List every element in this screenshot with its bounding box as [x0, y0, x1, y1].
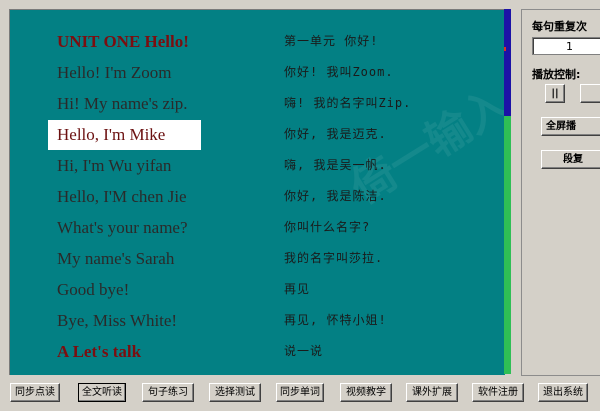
- chinese-translation: 第一单元 你好!: [284, 34, 379, 48]
- toolbar-button[interactable]: 同步点读: [10, 383, 60, 402]
- play-button[interactable]: [580, 84, 600, 103]
- toolbar-button[interactable]: 选择测试: [209, 383, 261, 402]
- sentence-row[interactable]: Hi! My name's zip. 嗨! 我的名字叫Zip.: [10, 89, 505, 120]
- chinese-translation: 说一说: [284, 344, 324, 358]
- repeat-count-input[interactable]: 1: [532, 37, 600, 55]
- lesson-text-area[interactable]: 倚一输入 UNIT ONE Hello! 第一单元 你好! Hello! I'm Z…: [9, 9, 505, 375]
- sentence-row[interactable]: A Let's talk 说一说: [10, 337, 505, 368]
- chinese-translation: 你叫什么名字?: [284, 220, 371, 234]
- scroll-position-marker: [504, 47, 506, 51]
- english-sentence[interactable]: Bye, Miss White!: [57, 309, 177, 333]
- sentence-row[interactable]: 你好, 我是迈克是...: [10, 368, 505, 375]
- english-sentence[interactable]: Good bye!: [57, 278, 129, 302]
- sentence-row[interactable]: What's your name? 你叫什么名字?: [10, 213, 505, 244]
- toolbar-button[interactable]: 视频教学: [340, 383, 392, 402]
- scrollbar[interactable]: [504, 9, 511, 374]
- control-panel: 每句重复次 1 播放控制:: [521, 9, 600, 376]
- sentence-row[interactable]: Hello, I'm Mike 你好, 我是迈克.: [10, 120, 505, 151]
- toolbar-button[interactable]: 退出系统: [538, 383, 588, 402]
- english-sentence[interactable]: Hi! My name's zip.: [57, 92, 188, 116]
- section-repeat-button[interactable]: 段复: [541, 150, 600, 169]
- sentence-row[interactable]: My name's Sarah 我的名字叫莎拉.: [10, 244, 505, 275]
- english-sentence[interactable]: A Let's talk: [57, 340, 141, 364]
- chinese-translation: 你好! 我叫Zoom.: [284, 65, 394, 79]
- selected-english-sentence[interactable]: Hello, I'm Mike: [48, 120, 201, 150]
- play-control-label: 播放控制:: [532, 68, 581, 81]
- chinese-translation: 嗨! 我的名字叫Zip.: [284, 96, 412, 110]
- chinese-translation: 嗨, 我是吴一帆.: [284, 158, 387, 172]
- chinese-translation: 再见: [284, 282, 311, 296]
- toolbar-button[interactable]: 句子练习: [142, 383, 194, 402]
- sentence-row[interactable]: Hello! I'm Zoom 你好! 我叫Zoom.: [10, 58, 505, 89]
- pause-button[interactable]: ||: [545, 84, 565, 103]
- chinese-translation: 再见, 怀特小姐!: [284, 313, 387, 327]
- english-sentence[interactable]: Hi, I'm Wu yifan: [57, 154, 171, 178]
- sentence-row[interactable]: UNIT ONE Hello! 第一单元 你好!: [10, 27, 505, 58]
- chinese-translation: 你好, 我是陈洁.: [284, 189, 387, 203]
- chinese-translation: 我的名字叫莎拉.: [284, 251, 384, 265]
- toolbar-button[interactable]: 课外扩展: [406, 383, 458, 402]
- sentence-row[interactable]: Good bye! 再见: [10, 275, 505, 306]
- chinese-translation: 你好, 我是迈克.: [284, 127, 387, 141]
- english-sentence[interactable]: My name's Sarah: [57, 247, 174, 271]
- sentence-row[interactable]: Hi, I'm Wu yifan 嗨, 我是吴一帆.: [10, 151, 505, 182]
- english-sentence[interactable]: UNIT ONE Hello!: [57, 30, 189, 54]
- toolbar-button[interactable]: 全文听读: [78, 383, 126, 402]
- sentence-row[interactable]: Bye, Miss White! 再见, 怀特小姐!: [10, 306, 505, 337]
- sentence-row[interactable]: Hello, I'M chen Jie 你好, 我是陈洁.: [10, 182, 505, 213]
- chinese-translation: 你好, 我是迈克是...: [284, 373, 416, 375]
- english-sentence[interactable]: Hello, I'M chen Jie: [57, 185, 187, 209]
- scrollbar-thumb[interactable]: [504, 9, 511, 116]
- repeat-count-label: 每句重复次: [532, 20, 587, 33]
- english-sentence[interactable]: Hello! I'm Zoom: [57, 61, 171, 85]
- fullscreen-play-button[interactable]: 全屏播: [541, 117, 600, 136]
- toolbar-button[interactable]: 同步单词: [276, 383, 324, 402]
- toolbar-button[interactable]: 软件注册: [472, 383, 524, 402]
- english-sentence[interactable]: What's your name?: [57, 216, 188, 240]
